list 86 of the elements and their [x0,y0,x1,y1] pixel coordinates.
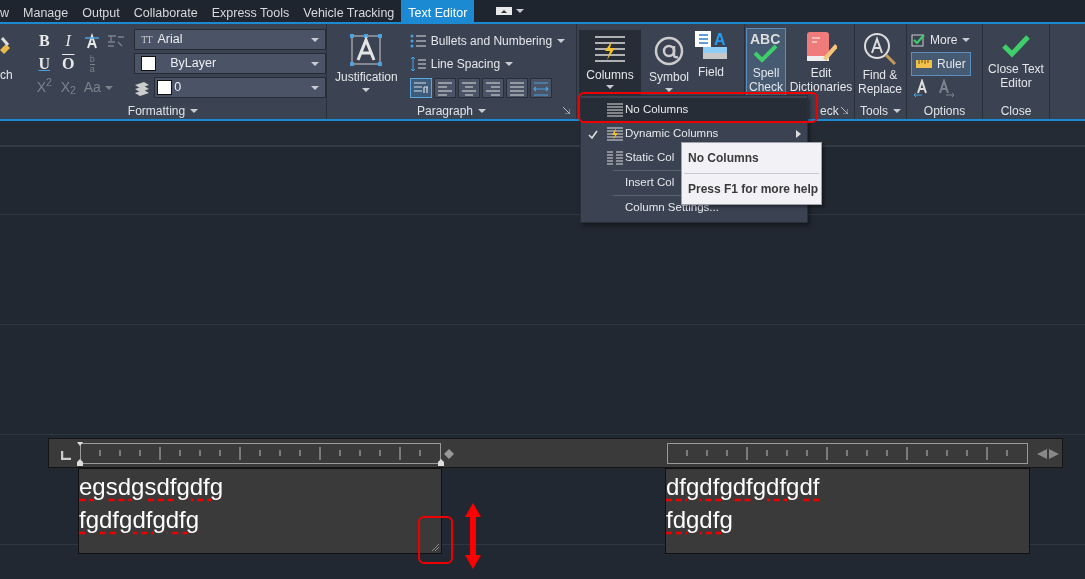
alignment-icon [459,79,478,97]
text-line: egsdgsdfgdfg [79,472,224,502]
minimize-icon [496,7,513,15]
panel-title: Formatting [127,102,186,120]
bulleted-list-icon [409,34,426,48]
columns-icon [594,35,626,65]
double-arrow-icon [464,503,482,569]
alignment-icon [483,79,502,97]
ribbon-tab[interactable]: Collaborate [126,0,205,22]
align-left-button[interactable] [433,78,456,98]
ribbon-tab[interactable]: w [0,0,17,22]
panel-title: Tools [860,102,888,120]
color-swatch [141,56,157,71]
redo-button[interactable] [937,79,955,97]
ribbon-tab[interactable]: Express Tools [204,0,297,22]
ruler-toggle[interactable]: Ruler [911,52,971,76]
line-spacing-button[interactable]: Line Spacing [409,55,566,73]
ruler[interactable] [80,442,441,466]
panel-title: Paragraph [416,102,473,120]
dialog-launcher-icon[interactable] [563,107,570,114]
line-spacing-icon [409,56,426,72]
text-editor-box[interactable]: egsdgsdfgdfg fgdfgdfgdfg [78,468,442,554]
checkbox-icon [911,33,925,47]
checkmark-icon [588,129,598,139]
justification-button[interactable]: Justification [333,32,400,102]
alignment-icon [507,79,526,97]
layers-icon [134,79,151,96]
justify-button[interactable] [505,78,528,98]
dropdown-caret-icon[interactable] [190,108,199,113]
ribbon-tab[interactable]: Vehicle Tracking [296,0,402,22]
distribute-button[interactable] [529,78,552,98]
panel-title: eck [820,102,839,120]
menu-item[interactable]: No Columns [581,98,807,122]
dropdown-caret-icon[interactable] [478,108,486,113]
close-text-editor-button[interactable]: Close Text Editor [983,32,1049,102]
resize-diamond-icon[interactable] [444,449,454,459]
alignment-icon [531,79,550,97]
at-sign-icon [654,36,684,66]
single-column-icon [605,102,624,118]
text-editor-box[interactable]: dfgdfgdfgdfgdf fdgdfg [665,468,1030,554]
resize-grip-icon[interactable] [431,543,439,551]
ribbon-tab[interactable]: Output [75,0,127,22]
spell-check-button[interactable]: ABC Spell Check [746,28,786,96]
ribbon-tab[interactable]: Text Editor [401,0,475,22]
ruler-icon [916,60,932,68]
paragraph-style-icon [107,34,126,48]
default-alignment-button[interactable] [409,78,432,98]
font-style-button[interactable]: B [33,30,56,52]
find-replace-button[interactable]: Find & Replace [855,30,905,102]
align-center-button[interactable] [457,78,480,98]
text-line: fgdfgdfgdfg [79,505,200,535]
ruler[interactable] [667,442,1028,466]
layer-dropdown[interactable]: 0 [154,77,326,98]
dropdown-caret-icon[interactable] [893,108,901,113]
color-swatch [157,80,173,95]
text-line: dfgdfgdfgdfgdf [666,472,820,502]
dialog-launcher-icon[interactable] [841,107,848,114]
font-style-button[interactable]: I [57,30,80,52]
static-columns-icon [605,150,624,166]
font-dropdown[interactable]: TT Arial [134,29,326,50]
justification-icon [350,34,383,66]
text-line: fdgdfg [666,505,733,535]
match-button[interactable]: ch [0,36,13,82]
panel-title: Options [923,102,966,120]
font-style-button[interactable]: U [33,53,56,75]
tooltip-title: No Columns [687,150,760,167]
font-icon: TT [141,34,152,45]
search-icon [863,32,897,66]
ribbon-tab[interactable]: Manage [16,0,76,22]
align-right-button[interactable] [481,78,504,98]
tooltip-help: Press F1 for more help [687,181,820,198]
menu-item[interactable]: Dynamic Columns [581,122,807,146]
dynamic-columns-icon [605,126,624,142]
panel-title: Close [1000,102,1032,120]
columns-button[interactable]: Columns [579,30,641,98]
bullets-numbering-button[interactable]: Bullets and Numbering [409,32,566,50]
book-pencil-icon [805,32,837,62]
tab-stop-icon[interactable] [61,451,71,460]
checkmark-icon [1001,34,1031,58]
font-style-button[interactable]: O [57,53,80,75]
more-button[interactable]: More [911,31,971,49]
scroll-arrows-icon[interactable] [1037,449,1059,459]
color-dropdown[interactable]: ByLayer [134,53,326,74]
alignment-icon [435,79,454,97]
redo-icon [937,79,955,97]
highlight-outline [418,516,453,564]
